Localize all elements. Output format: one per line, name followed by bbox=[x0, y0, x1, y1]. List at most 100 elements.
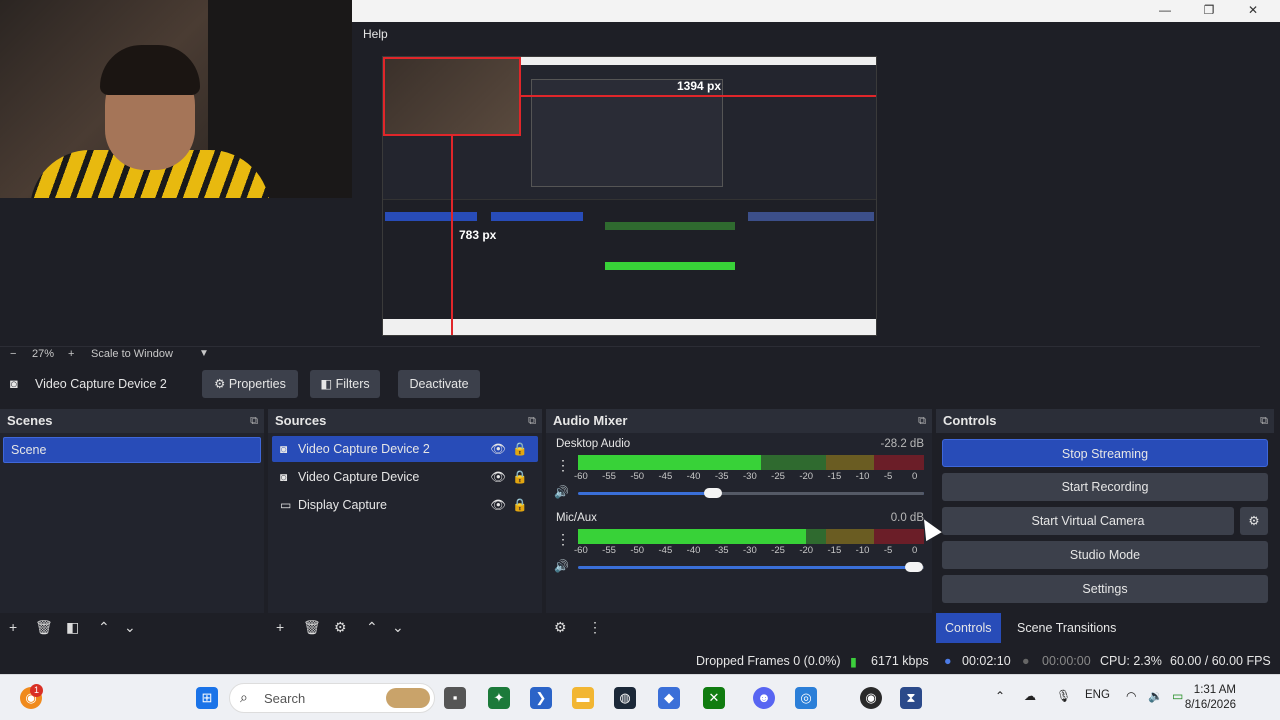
app-icon[interactable]: ◎ bbox=[795, 687, 817, 709]
kebab-menu-icon[interactable]: ⋮ bbox=[556, 531, 570, 548]
kebab-menu-icon[interactable]: ⋮ bbox=[588, 619, 602, 636]
windows-taskbar: ◉ 1 ⊞ ⌕ Search ▪ ✦ ❯ ▬ ◍ ◆ ✕ ☻ ◎ ◉ ⧗ ⌃ ☁… bbox=[0, 674, 1280, 720]
microphone-icon[interactable]: 🎙 bbox=[1056, 689, 1071, 703]
filter-icon[interactable]: ◧ bbox=[66, 619, 79, 636]
properties-button[interactable]: ⚙ Properties bbox=[202, 370, 298, 398]
add-icon[interactable]: + bbox=[9, 619, 17, 635]
app-cube-icon[interactable]: ◆ bbox=[658, 687, 680, 709]
advanced-audio-gear-icon[interactable]: ⚙ bbox=[554, 619, 567, 636]
eye-icon[interactable]: 👁 bbox=[490, 464, 506, 490]
move-down-icon[interactable]: ⌄ bbox=[124, 619, 136, 636]
audio-mixer-title: Audio Mixer bbox=[553, 413, 628, 428]
trash-icon[interactable]: 🗑 bbox=[303, 619, 321, 636]
start-recording-button[interactable]: Start Recording bbox=[942, 473, 1268, 501]
source-item[interactable]: ▭ Display Capture 👁 🔒 bbox=[272, 492, 538, 518]
powershell-icon[interactable]: ❯ bbox=[530, 687, 552, 709]
clock-date: 8/16/2026 bbox=[1184, 699, 1236, 711]
move-down-icon[interactable]: ⌄ bbox=[392, 619, 404, 636]
preview-canvas[interactable]: 1394 px 783 px bbox=[382, 56, 877, 336]
audio-mixer-footer: ⚙ ⋮ bbox=[546, 613, 932, 643]
stop-streaming-button[interactable]: Stop Streaming bbox=[942, 439, 1268, 467]
undock-icon[interactable]: ⧉ bbox=[1260, 409, 1268, 433]
volume-slider-knob[interactable] bbox=[703, 488, 722, 498]
app-icon[interactable]: ✦ bbox=[488, 687, 510, 709]
virtual-camera-gear-icon[interactable]: ⚙ bbox=[1240, 507, 1268, 535]
volume-slider-knob[interactable] bbox=[904, 562, 923, 572]
lock-icon[interactable]: 🔒 bbox=[512, 464, 528, 490]
preview-nested-taskbar bbox=[383, 319, 876, 335]
scale-mode-label[interactable]: Scale to Window bbox=[91, 348, 173, 360]
taskbar-search[interactable]: ⌕ Search bbox=[229, 683, 435, 713]
monitor-icon: ▭ bbox=[280, 498, 292, 512]
battery-icon[interactable]: ▭ bbox=[1172, 689, 1183, 703]
undock-icon[interactable]: ⧉ bbox=[528, 409, 536, 433]
deactivate-button[interactable]: Deactivate bbox=[398, 370, 480, 398]
volume-slider[interactable] bbox=[578, 562, 924, 572]
source-item[interactable]: ◙ Video Capture Device 👁 🔒 bbox=[272, 464, 538, 490]
kebab-menu-icon[interactable]: ⋮ bbox=[556, 457, 570, 474]
start-virtual-camera-button[interactable]: Start Virtual Camera bbox=[942, 507, 1234, 535]
undock-icon[interactable]: ⧉ bbox=[250, 409, 258, 433]
windows-start-icon[interactable]: ⊞ bbox=[196, 687, 218, 709]
minimize-button[interactable]: — bbox=[1142, 0, 1188, 22]
speaker-icon[interactable]: 🔊 bbox=[554, 559, 569, 573]
meter-tick-label: -20 bbox=[799, 471, 814, 482]
meter-tick-label: 0 bbox=[912, 545, 918, 556]
lock-icon[interactable]: 🔒 bbox=[512, 492, 528, 518]
preview-zoom-bar: − 27% + Scale to Window ▼ bbox=[0, 346, 1260, 360]
zoom-in-button[interactable]: + bbox=[68, 348, 74, 360]
discord-icon[interactable]: ☻ bbox=[753, 687, 775, 709]
move-up-icon[interactable]: ⌃ bbox=[366, 619, 378, 636]
settings-button[interactable]: Settings bbox=[942, 575, 1268, 603]
source-label: Video Capture Device 2 bbox=[298, 442, 430, 456]
vertical-distance-label: 783 px bbox=[459, 228, 497, 242]
maximize-button[interactable]: ❐ bbox=[1186, 0, 1232, 22]
scale-mode-dropdown-icon[interactable]: ▼ bbox=[199, 348, 209, 359]
eye-icon[interactable]: 👁 bbox=[490, 492, 506, 518]
volume-slider[interactable] bbox=[578, 488, 924, 498]
gear-icon[interactable]: ⚙ bbox=[334, 619, 347, 636]
menu-help[interactable]: Help bbox=[363, 27, 388, 41]
chevron-up-icon[interactable]: ⌃ bbox=[995, 689, 1005, 703]
steam-icon[interactable]: ◍ bbox=[614, 687, 636, 709]
terminal-icon[interactable]: ▪ bbox=[444, 687, 466, 709]
camera-icon: ◙ bbox=[280, 470, 288, 484]
obs-icon[interactable]: ◉ bbox=[860, 687, 882, 709]
folder-icon[interactable]: ▬ bbox=[572, 687, 594, 709]
eye-icon[interactable]: 👁 bbox=[490, 436, 506, 462]
meter-tick-label: -30 bbox=[743, 545, 757, 556]
webcam-person-hair bbox=[100, 45, 200, 95]
filters-label: Filters bbox=[335, 377, 370, 391]
filter-icon: ◧ bbox=[320, 377, 336, 391]
lock-icon[interactable]: 🔒 bbox=[512, 436, 528, 462]
clock[interactable]: 1:31 AM 8/16/2026 bbox=[1185, 683, 1236, 713]
add-icon[interactable]: + bbox=[276, 619, 284, 635]
volume-icon[interactable]: 🔉 bbox=[1148, 689, 1163, 703]
preview-nested-panels bbox=[383, 199, 876, 319]
undock-icon[interactable]: ⧉ bbox=[918, 409, 926, 433]
meter-tick-label: -10 bbox=[855, 471, 870, 482]
selection-bounding-box[interactable] bbox=[383, 57, 521, 136]
trash-icon[interactable]: 🗑 bbox=[35, 619, 53, 636]
cloud-icon[interactable]: ☁ bbox=[1024, 689, 1036, 703]
meter-level-fill bbox=[578, 529, 807, 544]
cpu-usage: CPU: 2.3% bbox=[1100, 654, 1162, 668]
app-icon[interactable]: ⧗ bbox=[900, 687, 922, 709]
xbox-icon[interactable]: ✕ bbox=[703, 687, 725, 709]
wifi-icon[interactable]: ◠ bbox=[1126, 689, 1136, 703]
studio-mode-button[interactable]: Studio Mode bbox=[942, 541, 1268, 569]
zoom-out-button[interactable]: − bbox=[10, 348, 16, 360]
tab-controls[interactable]: Controls bbox=[936, 613, 1001, 643]
zoom-level: 27% bbox=[32, 348, 55, 360]
meter-tick-label: -25 bbox=[771, 545, 785, 556]
close-button[interactable]: ✕ bbox=[1230, 0, 1276, 22]
source-item[interactable]: ◙ Video Capture Device 2 👁 🔒 bbox=[272, 436, 538, 462]
move-up-icon[interactable]: ⌃ bbox=[98, 619, 110, 636]
language-indicator[interactable]: ENG bbox=[1085, 689, 1110, 701]
tab-scene-transitions[interactable]: Scene Transitions bbox=[1008, 613, 1125, 643]
speaker-icon[interactable]: 🔊 bbox=[554, 485, 569, 499]
filters-button[interactable]: ◧ Filters bbox=[310, 370, 380, 398]
meter-tick-label: 0 bbox=[912, 471, 918, 482]
scene-item[interactable]: Scene bbox=[3, 437, 261, 463]
preview-nested-stop-button bbox=[748, 212, 874, 221]
